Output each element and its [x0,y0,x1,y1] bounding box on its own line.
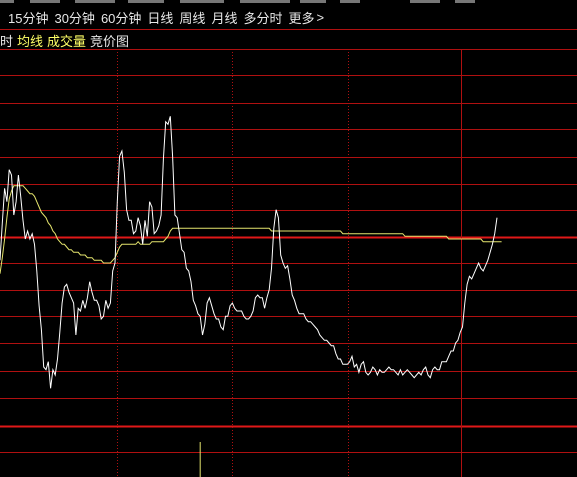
indicator-sub-bar: 时 均线 成交量 竞价图 [0,31,133,49]
intraday-chart[interactable] [0,0,577,477]
subbar-timeshare[interactable]: 时 [0,31,13,50]
subbar-auction-chart[interactable]: 竞价图 [90,31,129,50]
menu-weekly[interactable]: 周线 [179,8,205,27]
subbar-volume[interactable]: 成交量 [47,31,86,50]
menu-15min[interactable]: 15分钟 [8,8,48,27]
period-menu-bar: 15分钟 30分钟 60分钟 日线 周线 月线 多分时 更多 > [0,6,577,28]
menu-daily[interactable]: 日线 [147,8,173,27]
menu-multi-timeshare[interactable]: 多分时 [243,8,282,27]
average-price-line [0,185,502,274]
menu-more[interactable]: 更多 [288,8,314,27]
menu-divider [0,29,577,30]
subbar-average-line[interactable]: 均线 [17,31,43,50]
menu-60min[interactable]: 60分钟 [101,8,141,27]
menu-monthly[interactable]: 月线 [211,8,237,27]
menu-30min[interactable]: 30分钟 [54,8,94,27]
chevron-right-icon[interactable]: > [316,10,324,25]
